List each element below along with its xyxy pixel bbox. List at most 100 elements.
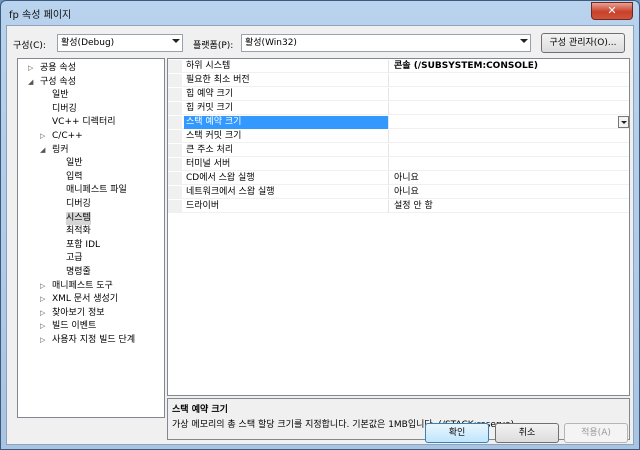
expand-arrow-icon[interactable]: ▷ [40, 334, 45, 347]
property-value[interactable] [392, 116, 629, 129]
tree-item[interactable]: 일반 [66, 157, 83, 170]
cancel-button[interactable]: 취소 [495, 423, 559, 443]
property-name: 큰 주소 처리 [184, 144, 389, 157]
property-name: 하위 시스템 [184, 60, 389, 73]
tree-item[interactable]: ▷ 사용자 지정 빌드 단계 [40, 334, 135, 347]
tree-item[interactable]: 고급 [66, 252, 83, 265]
property-row[interactable]: 힙 예약 크기 [168, 88, 629, 101]
collapse-arrow-icon[interactable]: ◢ [28, 76, 33, 89]
tree-item[interactable]: 입력 [66, 171, 83, 184]
tree-item[interactable]: 매니페스트 파일 [66, 184, 127, 197]
property-name: 필요한 최소 버전 [184, 74, 389, 87]
collapse-arrow-icon[interactable]: ◢ [40, 144, 45, 157]
row-gutter [168, 158, 182, 171]
title-bar[interactable]: fp 속성 페이지 ✕ [1, 1, 639, 25]
property-value-text: 아니요 [394, 187, 419, 197]
property-value[interactable] [392, 158, 629, 171]
property-value[interactable] [392, 144, 629, 157]
property-row[interactable]: 스택 커밋 크기 [168, 130, 629, 143]
property-value[interactable] [392, 102, 629, 115]
tree-item-label: 입력 [66, 171, 83, 182]
tree-item[interactable]: 디버깅 [66, 198, 91, 211]
property-value[interactable] [392, 74, 629, 87]
row-gutter [168, 102, 182, 115]
property-value-text: 아니요 [394, 173, 419, 183]
tree-item-label: 디버깅 [52, 103, 77, 114]
tree-item-label: 디버깅 [66, 199, 91, 209]
row-gutter [168, 116, 182, 129]
expand-arrow-icon[interactable]: ▷ [40, 307, 45, 320]
property-row[interactable]: 하위 시스템 콘솔 (/SUBSYSTEM:CONSOLE) [168, 60, 629, 73]
expand-arrow-icon[interactable]: ▷ [40, 320, 45, 333]
expand-arrow-icon[interactable]: ▷ [40, 130, 45, 143]
tree-item[interactable]: 시스템 [66, 211, 91, 225]
dialog-body: 구성(C): 활성(Debug) 플랫폼(P): 활성(Win32) 구성 관리… [6, 25, 634, 445]
property-value[interactable]: 콘솔 (/SUBSYSTEM:CONSOLE) [392, 60, 629, 73]
tree-item[interactable]: ◢ 구성 속성 [28, 76, 76, 89]
property-row[interactable]: 필요한 최소 버전 [168, 74, 629, 87]
tree-item[interactable]: ◢ 링커 [40, 144, 69, 157]
tree-item-label: 공용 속성 [40, 63, 76, 73]
apply-button[interactable]: 적용(A) [564, 423, 628, 443]
tree-item-label: 명령줄 [66, 267, 91, 277]
row-gutter [168, 88, 182, 101]
property-name: 드라이버 [184, 200, 389, 213]
tree-item[interactable]: ▷ 매니페스트 도구 [40, 280, 113, 293]
property-row[interactable]: 네트워크에서 스왑 실행 아니요 [168, 186, 629, 199]
tree-item[interactable]: 최적화 [66, 225, 91, 238]
row-gutter [168, 130, 182, 143]
ok-button[interactable]: 확인 [425, 423, 489, 443]
tree-item[interactable]: 일반 [52, 89, 69, 102]
tree-item-label: 일반 [52, 90, 69, 101]
config-dropdown-value: 활성(Debug) [61, 38, 115, 48]
expand-arrow-icon[interactable]: ▷ [28, 62, 33, 75]
tree-item[interactable]: 디버깅 [52, 103, 77, 116]
config-manager-button[interactable]: 구성 관리자(O)... [541, 33, 625, 53]
tree-item[interactable]: ▷ XML 문서 생성기 [40, 293, 118, 306]
platform-dropdown-value: 활성(Win32) [245, 38, 297, 48]
chevron-down-icon [520, 39, 528, 43]
chevron-down-icon [172, 39, 180, 43]
tree-item[interactable]: ▷ 빌드 이벤트 [40, 320, 97, 333]
property-row[interactable]: CD에서 스왑 실행 아니요 [168, 172, 629, 185]
platform-dropdown[interactable]: 활성(Win32) [241, 34, 531, 52]
property-value[interactable] [392, 130, 629, 143]
property-name: 터미널 서버 [184, 158, 389, 171]
close-button[interactable]: ✕ [591, 2, 633, 20]
row-gutter [168, 60, 182, 73]
property-value[interactable] [392, 88, 629, 101]
tree-item[interactable]: VC++ 디렉터리 [52, 116, 116, 129]
property-value[interactable]: 아니요 [392, 186, 629, 199]
tree-item-label: 찾아보기 정보 [52, 307, 105, 318]
property-grid[interactable]: 하위 시스템 콘솔 (/SUBSYSTEM:CONSOLE) 필요한 최소 버전 힙 … [167, 58, 630, 396]
tree-item-label: VC++ 디렉터리 [52, 117, 116, 128]
expand-arrow-icon[interactable]: ▷ [40, 280, 45, 293]
category-tree[interactable]: ▷ 공용 속성 ◢ 구성 속성 일반 디버깅 VC++ 디렉터리 ▷ C/C++ ◢ 링커 일반 입력 매… [17, 58, 165, 418]
tree-item-label: 최적화 [66, 226, 91, 237]
property-value-text: 설정 안 함 [394, 201, 433, 211]
property-row[interactable]: 큰 주소 처리 [168, 144, 629, 157]
property-row[interactable]: 드라이버 설정 안 함 [168, 200, 629, 213]
property-row[interactable]: 스택 예약 크기 [168, 116, 629, 129]
row-gutter [168, 186, 182, 199]
platform-label: 플랫폼(P): [193, 41, 234, 51]
property-value-text: 콘솔 (/SUBSYSTEM:CONSOLE) [394, 61, 538, 71]
property-value[interactable]: 설정 안 함 [392, 200, 629, 213]
tree-item[interactable]: ▷ C/C++ [40, 130, 83, 143]
tree-item[interactable]: ▷ 공용 속성 [28, 62, 76, 75]
row-gutter [168, 172, 182, 185]
property-value[interactable]: 아니요 [392, 172, 629, 185]
property-row[interactable]: 터미널 서버 [168, 158, 629, 171]
property-name: 스택 예약 크기 [184, 116, 389, 129]
description-title: 스택 예약 크기 [172, 405, 228, 415]
tree-item[interactable]: 포함 IDL [66, 239, 100, 252]
tree-item-label: 빌드 이벤트 [52, 321, 97, 332]
row-gutter [168, 74, 182, 87]
value-dropdown-button[interactable] [618, 116, 629, 128]
tree-item[interactable]: 명령줄 [66, 266, 91, 279]
expand-arrow-icon[interactable]: ▷ [40, 293, 45, 306]
property-row[interactable]: 힙 커밋 크기 [168, 102, 629, 115]
tree-item[interactable]: ▷ 찾아보기 정보 [40, 307, 105, 320]
config-dropdown[interactable]: 활성(Debug) [57, 34, 183, 52]
row-gutter [168, 200, 182, 213]
